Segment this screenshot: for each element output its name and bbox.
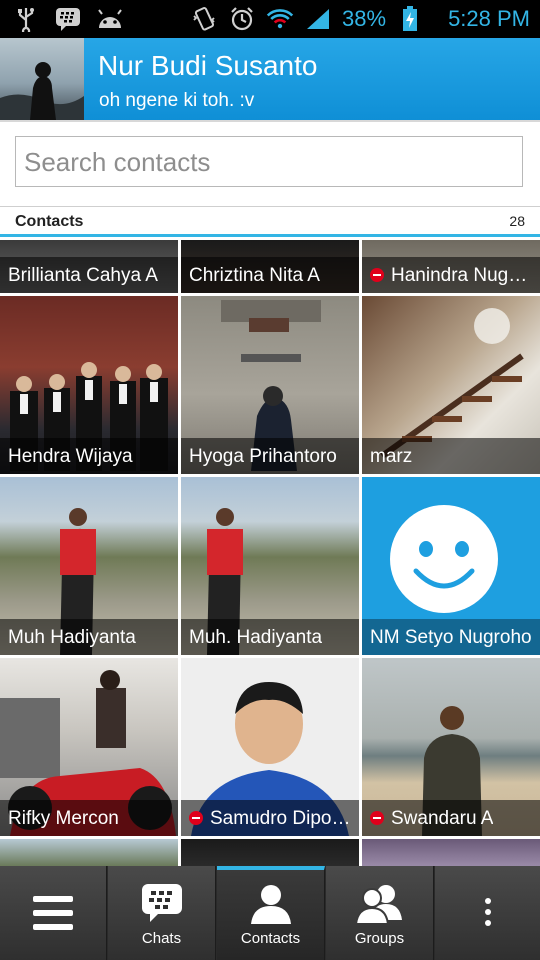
contact-icon xyxy=(250,885,291,924)
tab-contacts[interactable]: Contacts xyxy=(217,866,325,960)
tab-label: Groups xyxy=(354,930,405,947)
profile-name: Nur Budi Susanto xyxy=(98,50,318,81)
contacts-count: 28 xyxy=(509,213,525,229)
contact-tile[interactable]: Muh Hadiyanta xyxy=(0,477,178,655)
divider xyxy=(0,120,540,122)
contact-name: Swandaru A xyxy=(391,808,494,829)
contact-name: Brillianta Cahya A xyxy=(8,265,158,286)
contact-tile[interactable]: Chriztina Nita A xyxy=(181,240,359,293)
bottom-navigation-bar: Chats Contacts Groups xyxy=(0,866,540,960)
overflow-menu-button[interactable] xyxy=(435,866,540,960)
contact-name: Muh Hadiyanta xyxy=(8,627,136,648)
wifi-icon xyxy=(266,5,294,33)
contact-name: Rifky Mercon xyxy=(8,808,119,829)
section-underline xyxy=(0,234,540,237)
contact-name: Hanindra Nugr… xyxy=(391,265,532,286)
contact-tile[interactable]: marz xyxy=(362,296,540,474)
contacts-grid[interactable]: Brillianta Cahya A Chriztina Nita A Hani… xyxy=(0,240,540,866)
clock: 5:28 PM xyxy=(448,6,530,31)
contact-tile[interactable]: Samudro Dipo… xyxy=(181,658,359,836)
busy-status-icon xyxy=(370,268,384,282)
contact-name: Muh. Hadiyanta xyxy=(189,627,323,648)
android-icon xyxy=(96,5,124,33)
contact-name: NM Setyo Nugroho xyxy=(370,627,532,648)
overflow-menu-icon xyxy=(484,898,491,926)
battery-charging-icon xyxy=(396,5,424,33)
contact-name: Hyoga Prihantoro xyxy=(189,446,337,467)
signal-icon xyxy=(304,5,332,33)
status-bar: 38% 5:28 PM xyxy=(0,0,540,38)
busy-status-icon xyxy=(370,811,384,825)
contact-tile[interactable]: Brillianta Cahya A xyxy=(0,240,178,293)
bbm-chat-icon xyxy=(141,884,182,922)
contact-tile[interactable]: Muh. Hadiyanta xyxy=(181,477,359,655)
bbm-notification-icon xyxy=(54,5,82,33)
contact-name: Chriztina Nita A xyxy=(189,265,320,286)
usb-icon xyxy=(12,5,40,33)
contact-tile[interactable]: Hanindra Nugr… xyxy=(362,240,540,293)
contact-name: Samudro Dipo… xyxy=(210,808,351,829)
tab-groups[interactable]: Groups xyxy=(326,866,434,960)
profile-header[interactable]: Nur Budi Susanto oh ngene ki toh. :v xyxy=(0,38,540,120)
tab-chats[interactable]: Chats xyxy=(108,866,216,960)
hamburger-menu-icon xyxy=(33,896,73,930)
contact-tile[interactable]: Hendra Wijaya xyxy=(0,296,178,474)
contact-tile[interactable] xyxy=(362,839,540,866)
tab-label: Contacts xyxy=(240,930,301,947)
profile-status-message: oh ngene ki toh. :v xyxy=(99,90,255,111)
contact-tile[interactable] xyxy=(0,839,178,866)
contact-tile[interactable]: Swandaru A xyxy=(362,658,540,836)
menu-button[interactable] xyxy=(0,866,107,960)
vibrate-icon xyxy=(190,5,218,33)
contact-tile[interactable]: Rifky Mercon xyxy=(0,658,178,836)
contact-name: marz xyxy=(370,446,413,467)
contacts-section-title: Contacts xyxy=(15,213,84,230)
search-contacts-input[interactable]: Search contacts xyxy=(15,136,523,187)
profile-avatar[interactable] xyxy=(0,38,84,120)
contact-tile[interactable] xyxy=(181,839,359,866)
divider xyxy=(0,206,540,207)
alarm-icon xyxy=(228,5,256,33)
battery-percentage: 38% xyxy=(342,6,387,31)
contact-tile[interactable]: Hyoga Prihantoro xyxy=(181,296,359,474)
busy-status-icon xyxy=(189,811,203,825)
tab-label: Chats xyxy=(141,930,182,947)
groups-icon xyxy=(355,885,402,924)
contact-name: Hendra Wijaya xyxy=(8,446,133,467)
contact-tile[interactable]: NM Setyo Nugroho xyxy=(362,477,540,655)
